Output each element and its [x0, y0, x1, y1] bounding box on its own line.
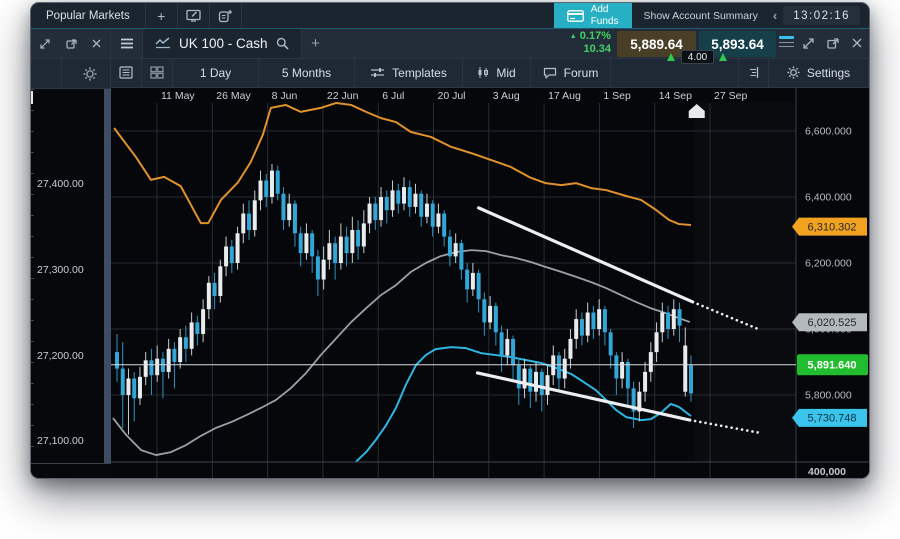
axis-scale-button[interactable] [738, 59, 769, 88]
svg-text:400,000: 400,000 [808, 466, 846, 478]
sliders-icon [370, 67, 385, 78]
up-triangle-icon [719, 53, 727, 61]
price-chart-svg: 11 May 26 May 8 Jun 22 Jun 6 Jul 20 Jul 3 Aug 1… [111, 88, 870, 479]
show-account-summary-button[interactable]: Show Account Summary [632, 3, 770, 28]
candlestick-icon [477, 66, 489, 79]
workspace-tab-label: Popular Markets [46, 10, 130, 22]
add-funds-label: Add Funds [591, 4, 619, 27]
left-axis-tick: 27,200.00 [37, 350, 84, 362]
svg-text:5,891.640: 5,891.640 [808, 360, 857, 372]
svg-text:20 Jul: 20 Jul [438, 90, 466, 102]
instrument-name: UK 100 - Cash [179, 36, 268, 51]
svg-text:6,310.302: 6,310.302 [808, 221, 857, 233]
subpane-divider [31, 463, 111, 464]
change-points: 10.34 [549, 43, 611, 56]
new-deal-button[interactable] [210, 3, 242, 28]
resize-icon[interactable] [803, 38, 814, 49]
axis-scale-icon [747, 66, 760, 79]
add-workspace-button[interactable]: + [146, 3, 178, 28]
left-chart-canvas[interactable]: 27,400.00 27,300.00 27,200.00 27,100.00 [31, 89, 111, 479]
toolbar-spacer [611, 59, 738, 88]
close-icon[interactable] [852, 38, 862, 48]
monitor-edit-icon [186, 9, 201, 22]
add-chart-tab-button[interactable]: + [302, 35, 330, 52]
left-chart-panel: 27,400.00 27,300.00 27,200.00 27,100.00 [31, 29, 111, 479]
panel-divider-strip[interactable] [104, 89, 111, 463]
left-axis-tickmarks [31, 89, 34, 463]
credit-card-icon [567, 10, 584, 22]
deal-ticket-plus-icon [218, 9, 233, 23]
svg-text:8 Jun: 8 Jun [272, 90, 298, 102]
workspace-tab-popular-markets[interactable]: Popular Markets [31, 3, 146, 28]
svg-text:26 May: 26 May [216, 90, 251, 102]
popout-icon[interactable] [66, 39, 77, 49]
svg-text:6 Jul: 6 Jul [382, 90, 404, 102]
chart-line-icon [155, 37, 171, 49]
up-triangle-icon [667, 53, 675, 61]
left-axis-tick: 27,400.00 [37, 178, 84, 190]
edit-workspace-button[interactable] [178, 3, 210, 28]
close-icon[interactable] [92, 39, 101, 48]
top-bar-spacer [242, 3, 554, 28]
period-dropdown[interactable]: 5 Months [259, 59, 355, 88]
speech-bubble-icon [543, 67, 557, 79]
chart-menu-button[interactable] [111, 29, 143, 58]
server-clock: 13:02:16 [783, 6, 860, 25]
search-icon[interactable] [276, 37, 289, 50]
svg-text:6,400.000: 6,400.000 [805, 192, 852, 204]
market-depth-button[interactable] [779, 36, 794, 50]
main-chart-panel: UK 100 - Cash + ▲ 0.17% 10.34 [111, 29, 869, 479]
chart-titlebar: UK 100 - Cash + ▲ 0.17% 10.34 [111, 29, 869, 59]
svg-text:3 Aug: 3 Aug [493, 90, 520, 102]
resize-icon[interactable] [40, 39, 50, 49]
left-panel-titlebar [31, 29, 111, 59]
collapse-chevron-icon[interactable]: ‹ [770, 3, 780, 28]
spread-badge: 4.00 [681, 50, 714, 64]
svg-text:22 Jun: 22 Jun [327, 90, 359, 102]
add-funds-button[interactable]: Add Funds [554, 3, 632, 28]
svg-text:1 Sep: 1 Sep [603, 90, 631, 102]
gear-icon[interactable] [83, 67, 97, 81]
templates-button[interactable]: Templates [355, 59, 463, 88]
svg-text:6,020.525: 6,020.525 [808, 317, 857, 329]
top-bar: Popular Markets + [31, 3, 869, 29]
page-background: Popular Markets + [0, 0, 900, 539]
popout-icon[interactable] [827, 38, 839, 49]
change-percent: 0.17% [580, 30, 611, 42]
svg-text:17 Aug: 17 Aug [548, 90, 581, 102]
instrument-tab[interactable]: UK 100 - Cash [143, 29, 302, 58]
plus-icon: + [157, 8, 165, 24]
svg-text:6,200.000: 6,200.000 [805, 258, 852, 270]
svg-text:6,600.000: 6,600.000 [805, 126, 852, 138]
gear-icon [787, 66, 800, 79]
chart-list-button[interactable] [111, 59, 142, 88]
svg-text:5,730.748: 5,730.748 [808, 413, 857, 425]
depth-bar-icon [779, 36, 794, 39]
plus-icon: + [311, 35, 320, 52]
window-controls [797, 29, 869, 58]
price-type-dropdown[interactable]: Mid [463, 59, 531, 88]
left-panel-toolbar [31, 59, 111, 89]
list-icon [119, 66, 133, 79]
svg-text:27 Sep: 27 Sep [714, 90, 747, 102]
left-axis-tick: 27,100.00 [37, 435, 84, 447]
settings-button[interactable]: Settings [769, 59, 869, 88]
svg-text:11 May: 11 May [161, 90, 195, 102]
chart-toolbar: 1 Day 5 Months Templates [111, 59, 869, 89]
forum-button[interactable]: Forum [531, 59, 611, 88]
chart-canvas[interactable]: 11 May 26 May 8 Jun 22 Jun 6 Jul 20 Jul 3 Aug 1… [111, 88, 869, 479]
svg-text:5,800.000: 5,800.000 [805, 390, 852, 402]
trading-platform-window: Popular Markets + [30, 2, 870, 479]
svg-text:14 Sep: 14 Sep [659, 90, 692, 102]
panel-handle[interactable] [31, 91, 33, 104]
up-triangle-icon: ▲ [570, 33, 577, 40]
change-block: ▲ 0.17% 10.34 [549, 30, 611, 56]
layout-grid-button[interactable] [142, 59, 173, 88]
interval-dropdown[interactable]: 1 Day [173, 59, 259, 88]
hamburger-icon [120, 38, 134, 49]
left-axis-tick: 27,300.00 [37, 264, 84, 276]
grid-icon [150, 66, 164, 79]
